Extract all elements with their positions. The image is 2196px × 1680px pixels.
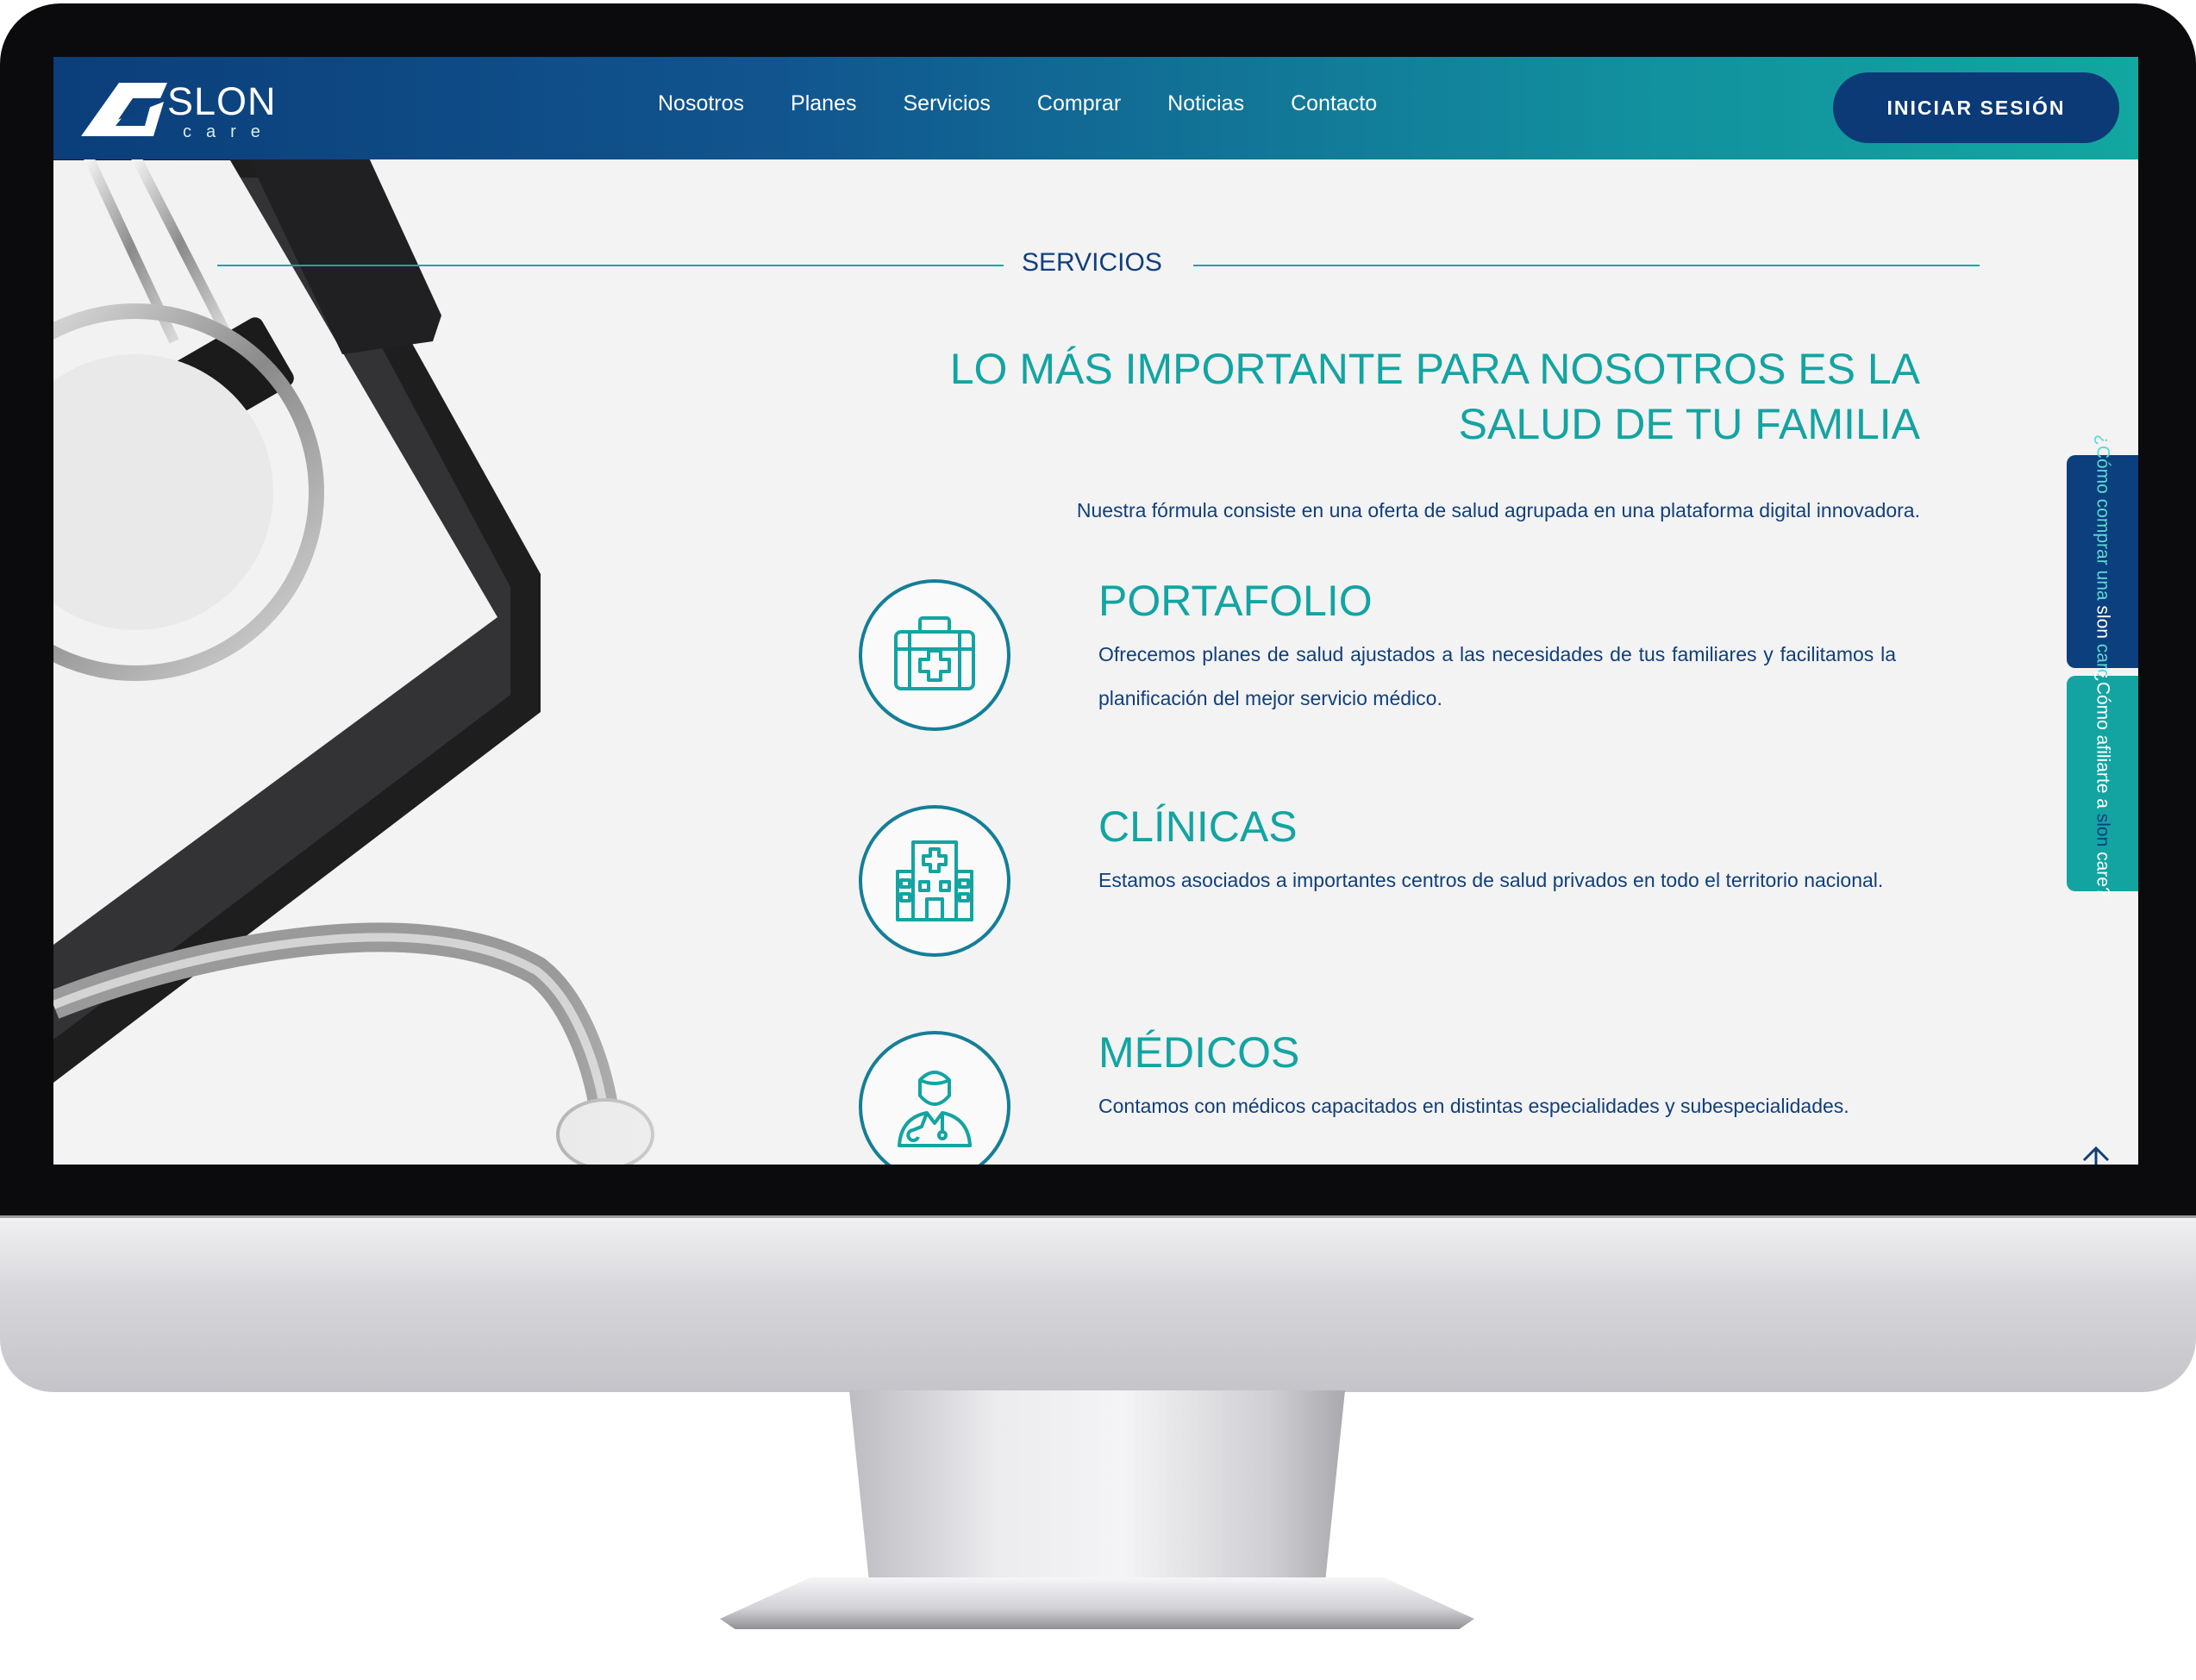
- nav-item-servicios[interactable]: Servicios: [880, 91, 1014, 116]
- how-to-affiliate-label: ¿Cómo afiliarte a slon care?: [2090, 671, 2116, 897]
- how-to-affiliate-post: care?: [2093, 851, 2113, 897]
- service-description: Estamos asociados a importantes centros …: [1098, 869, 1884, 891]
- logo-mark-icon: [81, 83, 167, 136]
- service-description: Contamos con médicos capacitados en dist…: [1098, 1095, 1849, 1117]
- scroll-to-top-arrow-icon[interactable]: [2079, 1141, 2113, 1165]
- headline-line-2: SALUD DE TU FAMILIA: [1458, 400, 1920, 448]
- how-to-affiliate-pre: ¿Cómo afiliarte a: [2093, 670, 2113, 809]
- page-headline: LO MÁS IMPORTANTE PARA NOSOTROS ES LA SA…: [916, 341, 1920, 452]
- service-item-clinicas: CLÍNICAS Estamos asociados a importantes…: [859, 803, 1955, 977]
- how-to-buy-tab[interactable]: ¿Cómo comprar una slon card?: [2067, 434, 2138, 689]
- slon-care-logo[interactable]: SLON care: [81, 76, 288, 145]
- monitor-stand-foot: [720, 1577, 1474, 1629]
- intro-text: Nuestra fórmula consiste en una oferta d…: [1076, 499, 1920, 521]
- service-title: CLÍNICAS: [1098, 803, 1298, 851]
- nav-item-nosotros[interactable]: Nosotros: [635, 91, 767, 116]
- service-title: MÉDICOS: [1098, 1028, 1300, 1077]
- how-to-affiliate-brand: slon: [2093, 813, 2113, 846]
- nav-item-comprar[interactable]: Comprar: [1014, 91, 1144, 116]
- how-to-buy-label: ¿Cómo comprar una slon card?: [2090, 434, 2116, 689]
- hospital-building-icon: [896, 840, 973, 921]
- nav-item-noticias[interactable]: Noticias: [1144, 91, 1267, 116]
- monitor-chin: [0, 1215, 2196, 1392]
- how-to-buy-pre: ¿Cómo comprar una: [2093, 434, 2113, 601]
- how-to-buy-brand: slon: [2093, 605, 2113, 639]
- service-description: Ofrecemos planes de salud ajustados a la…: [1098, 643, 1896, 709]
- service-icon-circle: [859, 579, 1010, 731]
- doctor-icon: [898, 1071, 972, 1147]
- nav-item-contacto[interactable]: Contacto: [1267, 91, 1400, 116]
- service-item-medicos: MÉDICOS Contamos con médicos capacitados…: [859, 1028, 1955, 1165]
- logo-text: SLON: [167, 79, 277, 123]
- monitor-stand-neck: [849, 1390, 1345, 1582]
- website-screen: SLON care Nosotros Planes Servicios Comp…: [53, 57, 2138, 1165]
- nav-item-planes[interactable]: Planes: [767, 91, 879, 116]
- logo-subtext: care: [183, 122, 275, 141]
- section-divider-right: [1193, 265, 1980, 266]
- clipboard-stethoscope-photo: [53, 57, 829, 1165]
- service-icon-circle: [859, 805, 1010, 957]
- section-divider-left: [217, 265, 1004, 266]
- site-header: SLON care Nosotros Planes Servicios Comp…: [53, 57, 2138, 159]
- service-title: PORTAFOLIO: [1098, 577, 1373, 625]
- login-button[interactable]: INICIAR SESIÓN: [1833, 72, 2119, 143]
- service-icon-circle: [859, 1031, 1010, 1165]
- how-to-affiliate-tab[interactable]: ¿Cómo afiliarte a slon care?: [2067, 671, 2138, 896]
- headline-line-1: LO MÁS IMPORTANTE PARA NOSOTROS ES LA: [949, 345, 1920, 393]
- service-item-portafolio: PORTAFOLIO Ofrecemos planes de salud aju…: [859, 577, 1955, 752]
- main-nav: Nosotros Planes Servicios Comprar Notici…: [635, 91, 1400, 116]
- section-title: SERVICIOS: [1022, 248, 1162, 277]
- first-aid-kit-icon: [894, 616, 975, 690]
